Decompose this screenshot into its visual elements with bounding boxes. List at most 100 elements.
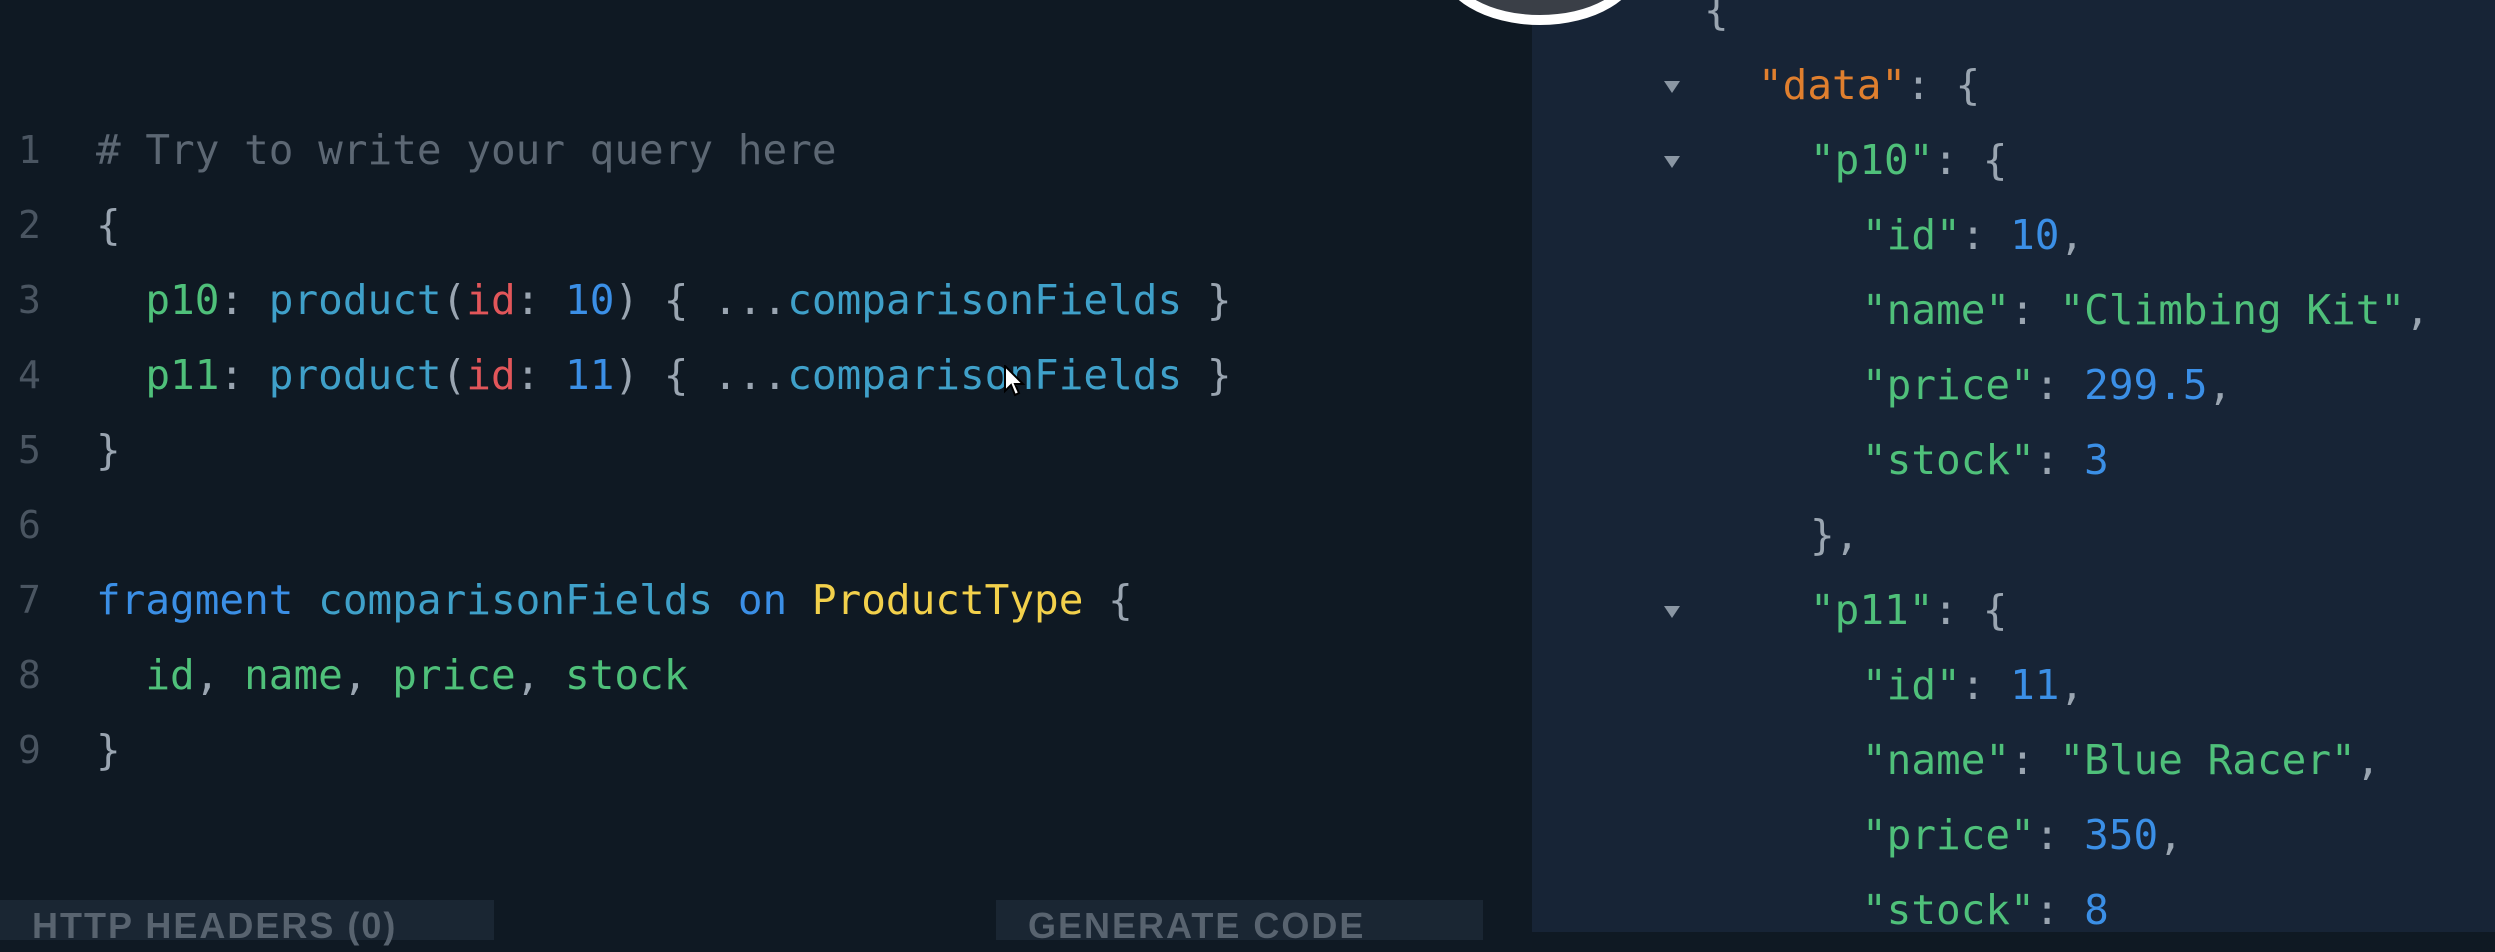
code-text: id, name, price, stock	[96, 645, 688, 705]
code-token: (	[441, 276, 467, 324]
result-token: 11	[2010, 661, 2060, 709]
code-text: # Try to write your query here	[96, 120, 837, 180]
result-token: ,	[2158, 811, 2183, 859]
code-token: ProductType	[811, 576, 1084, 624]
generate-code-button[interactable]: GENERATE CODE	[996, 900, 1483, 946]
code-token: }	[96, 426, 121, 474]
code-token: product	[268, 351, 442, 399]
result-token: :	[1960, 211, 2011, 259]
collapse-arrow-icon[interactable]	[1664, 606, 1680, 618]
code-token: }	[1182, 276, 1232, 324]
result-line: "price": 299.5,	[1862, 355, 2232, 415]
code-token: on	[737, 576, 788, 624]
result-token: : {	[1906, 61, 1981, 109]
result-token: "price"	[1862, 361, 2035, 409]
code-token: id	[96, 651, 195, 699]
code-token: 10	[565, 276, 615, 324]
line-number: 3	[18, 278, 41, 322]
code-token: ,	[342, 651, 393, 699]
result-token: ,	[2059, 211, 2085, 259]
code-token: name	[244, 651, 343, 699]
result-token: :	[2010, 736, 2060, 784]
collapse-arrow-icon[interactable]	[1664, 156, 1680, 168]
code-token: id	[466, 351, 516, 399]
code-text: p11: product(id: 11) { ...comparisonFiel…	[96, 345, 1231, 405]
code-token: p11	[96, 351, 220, 399]
result-token: :	[2034, 811, 2085, 859]
line-number: 8	[18, 653, 41, 697]
result-token: "Climbing Kit"	[2059, 286, 2406, 334]
result-token: "name"	[1862, 736, 2011, 784]
code-token: product	[268, 276, 442, 324]
result-token: "price"	[1862, 811, 2035, 859]
result-token: },	[1810, 511, 1860, 559]
http-headers-label: HTTP HEADERS (0)	[32, 905, 398, 946]
result-token: 3	[2084, 436, 2109, 484]
code-text: p10: product(id: 10) { ...comparisonFiel…	[96, 270, 1232, 330]
code-text: }	[96, 720, 121, 780]
code-token: price	[392, 651, 516, 699]
result-token: 299.5	[2084, 361, 2208, 409]
result-token: : {	[1933, 136, 2008, 184]
result-token: :	[1960, 661, 2011, 709]
result-token: :	[2034, 361, 2085, 409]
code-token: comparisonFields	[787, 351, 1183, 399]
code-token: {	[1083, 576, 1133, 624]
code-token: comparisonFields	[787, 276, 1183, 324]
generate-code-label: GENERATE CODE	[1028, 905, 1366, 946]
line-number: 7	[18, 578, 41, 622]
result-line: {	[1704, 0, 1729, 40]
result-line: "id": 10,	[1862, 205, 2084, 265]
code-token: ) { ...	[614, 276, 788, 324]
code-text: }	[96, 420, 121, 480]
line-number: 5	[18, 428, 41, 472]
line-number: 4	[18, 353, 41, 397]
result-token: "stock"	[1862, 436, 2035, 484]
code-token: stock	[565, 651, 689, 699]
result-token: 10	[2010, 211, 2060, 259]
result-token: "p10"	[1810, 136, 1934, 184]
result-token: 350	[2084, 811, 2159, 859]
result-token: "Blue Racer"	[2059, 736, 2356, 784]
result-line: "p10": {	[1810, 130, 2007, 190]
http-headers-tab[interactable]: HTTP HEADERS (0)	[0, 900, 494, 946]
result-token: {	[1704, 0, 1729, 34]
code-token: :	[515, 351, 566, 399]
result-token: ,	[2405, 286, 2430, 334]
result-line: "stock": 8	[1862, 880, 2109, 932]
line-number: 2	[18, 203, 41, 247]
result-line: },	[1810, 505, 1859, 565]
result-token: : {	[1933, 586, 2008, 634]
result-token: ,	[2207, 361, 2233, 409]
result-line: "name": "Blue Racer",	[1862, 730, 2380, 790]
result-token: "name"	[1862, 286, 2011, 334]
code-token: fragment	[96, 576, 294, 624]
query-editor[interactable]: 1 # Try to write your query here 2 {3 p10: …	[0, 0, 1532, 932]
result-token: "id"	[1862, 661, 1961, 709]
result-token: 8	[2084, 886, 2109, 932]
result-token: :	[2034, 886, 2085, 932]
code-token: {	[96, 201, 121, 249]
code-token: id	[466, 276, 516, 324]
result-token: "id"	[1862, 211, 1961, 259]
result-line: "price": 350,	[1862, 805, 2183, 865]
code-token: ) { ...	[614, 351, 788, 399]
result-token: :	[2010, 286, 2060, 334]
code-text: fragment comparisonFields on ProductType…	[96, 570, 1133, 630]
result-token: "p11"	[1810, 586, 1934, 634]
result-line: "stock": 3	[1862, 430, 2109, 490]
result-token: ,	[2059, 661, 2085, 709]
code-token: (	[441, 351, 467, 399]
result-line: "id": 11,	[1862, 655, 2084, 715]
code-token: 11	[565, 351, 615, 399]
line-number: 1	[18, 128, 41, 172]
line-number: 6	[18, 503, 41, 547]
collapse-arrow-icon[interactable]	[1664, 81, 1680, 93]
result-line: "p11": {	[1810, 580, 2007, 640]
code-token: comparisonFields	[318, 576, 714, 624]
result-token: "data"	[1758, 61, 1907, 109]
results-panel[interactable]: {"data": {"p10": {"id": 10, "name": "Clim…	[1532, 0, 2495, 932]
code-token: p10	[96, 276, 220, 324]
